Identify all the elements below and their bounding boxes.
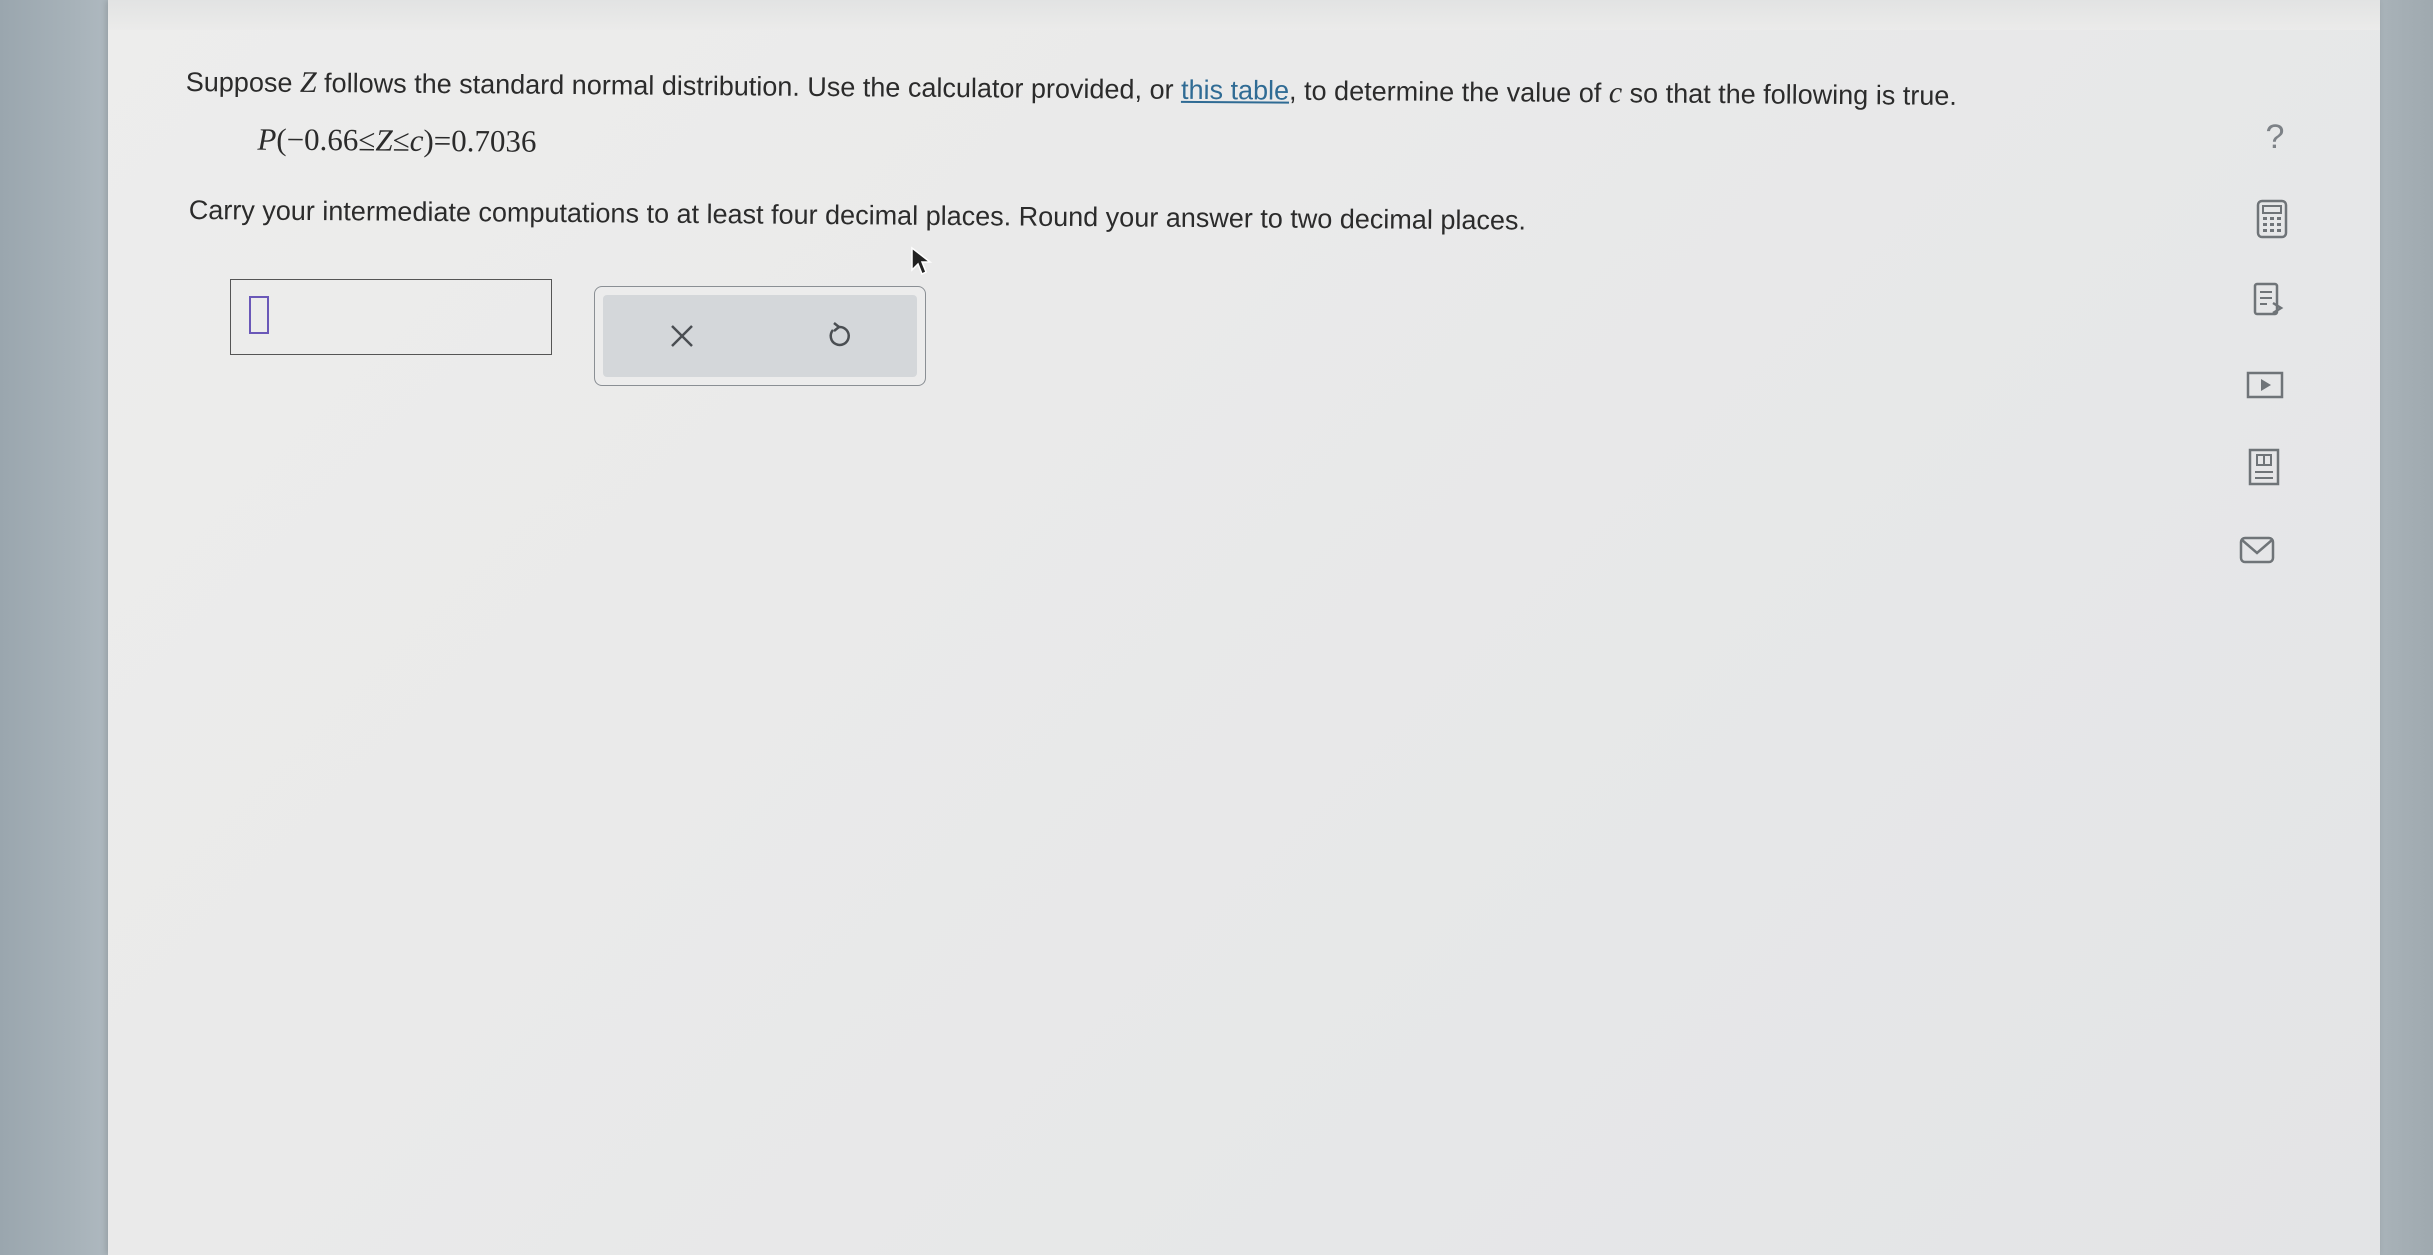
message-button[interactable] bbox=[2230, 523, 2284, 577]
prompt-text-1: Suppose bbox=[185, 66, 301, 98]
x-icon bbox=[670, 325, 693, 347]
z-symbol: Z bbox=[299, 65, 317, 100]
answer-action-panel bbox=[594, 286, 926, 386]
mouse-pointer-icon bbox=[911, 246, 933, 276]
input-placeholder-box bbox=[249, 296, 269, 334]
undo-icon bbox=[829, 322, 850, 347]
prompt-text-3: , to determine the value of bbox=[1288, 75, 1609, 109]
eq-c: c bbox=[409, 122, 424, 158]
c-symbol: c bbox=[1608, 76, 1623, 110]
textbook-icon bbox=[2248, 448, 2280, 486]
question-text: Suppose Z follows the standard normal di… bbox=[185, 62, 2236, 244]
calculator-icon bbox=[2256, 199, 2288, 239]
eq-close: )=0.7036 bbox=[423, 122, 537, 159]
help-icon: ? bbox=[2265, 117, 2285, 156]
mail-icon bbox=[2239, 536, 2275, 564]
instructions-text: Carry your intermediate computations to … bbox=[188, 195, 1527, 236]
probability-equation: P(−0.66≤Z≤c)=0.7036 bbox=[257, 120, 2235, 176]
calculator-button[interactable] bbox=[2245, 192, 2299, 246]
eq-z: Z bbox=[375, 122, 393, 158]
assignment-page: Suppose Z follows the standard normal di… bbox=[108, 0, 2380, 1255]
answer-input[interactable] bbox=[230, 279, 552, 355]
page-top-band bbox=[108, 0, 2380, 30]
eq-le: ≤ bbox=[392, 122, 410, 158]
question-prompt: Suppose Z follows the standard normal di… bbox=[186, 62, 2236, 117]
textbook-button[interactable] bbox=[2237, 440, 2291, 494]
reference-button[interactable] bbox=[2242, 273, 2296, 327]
prompt-text-4: so that the following is true. bbox=[1622, 78, 1957, 111]
undo-button[interactable] bbox=[809, 306, 869, 366]
clear-button[interactable] bbox=[652, 306, 712, 366]
table-link[interactable]: this table bbox=[1181, 75, 1289, 106]
prompt-text-2: follows the standard normal distribution… bbox=[316, 68, 1182, 105]
eq-open: (−0.66≤ bbox=[276, 121, 376, 158]
video-button[interactable] bbox=[2238, 358, 2292, 412]
help-button[interactable]: ? bbox=[2248, 110, 2302, 164]
reference-icon bbox=[2253, 282, 2284, 316]
eq-p: P bbox=[257, 121, 277, 157]
backdrop-right bbox=[2373, 0, 2433, 1255]
video-icon bbox=[2246, 371, 2284, 399]
action-buttons bbox=[603, 295, 917, 377]
